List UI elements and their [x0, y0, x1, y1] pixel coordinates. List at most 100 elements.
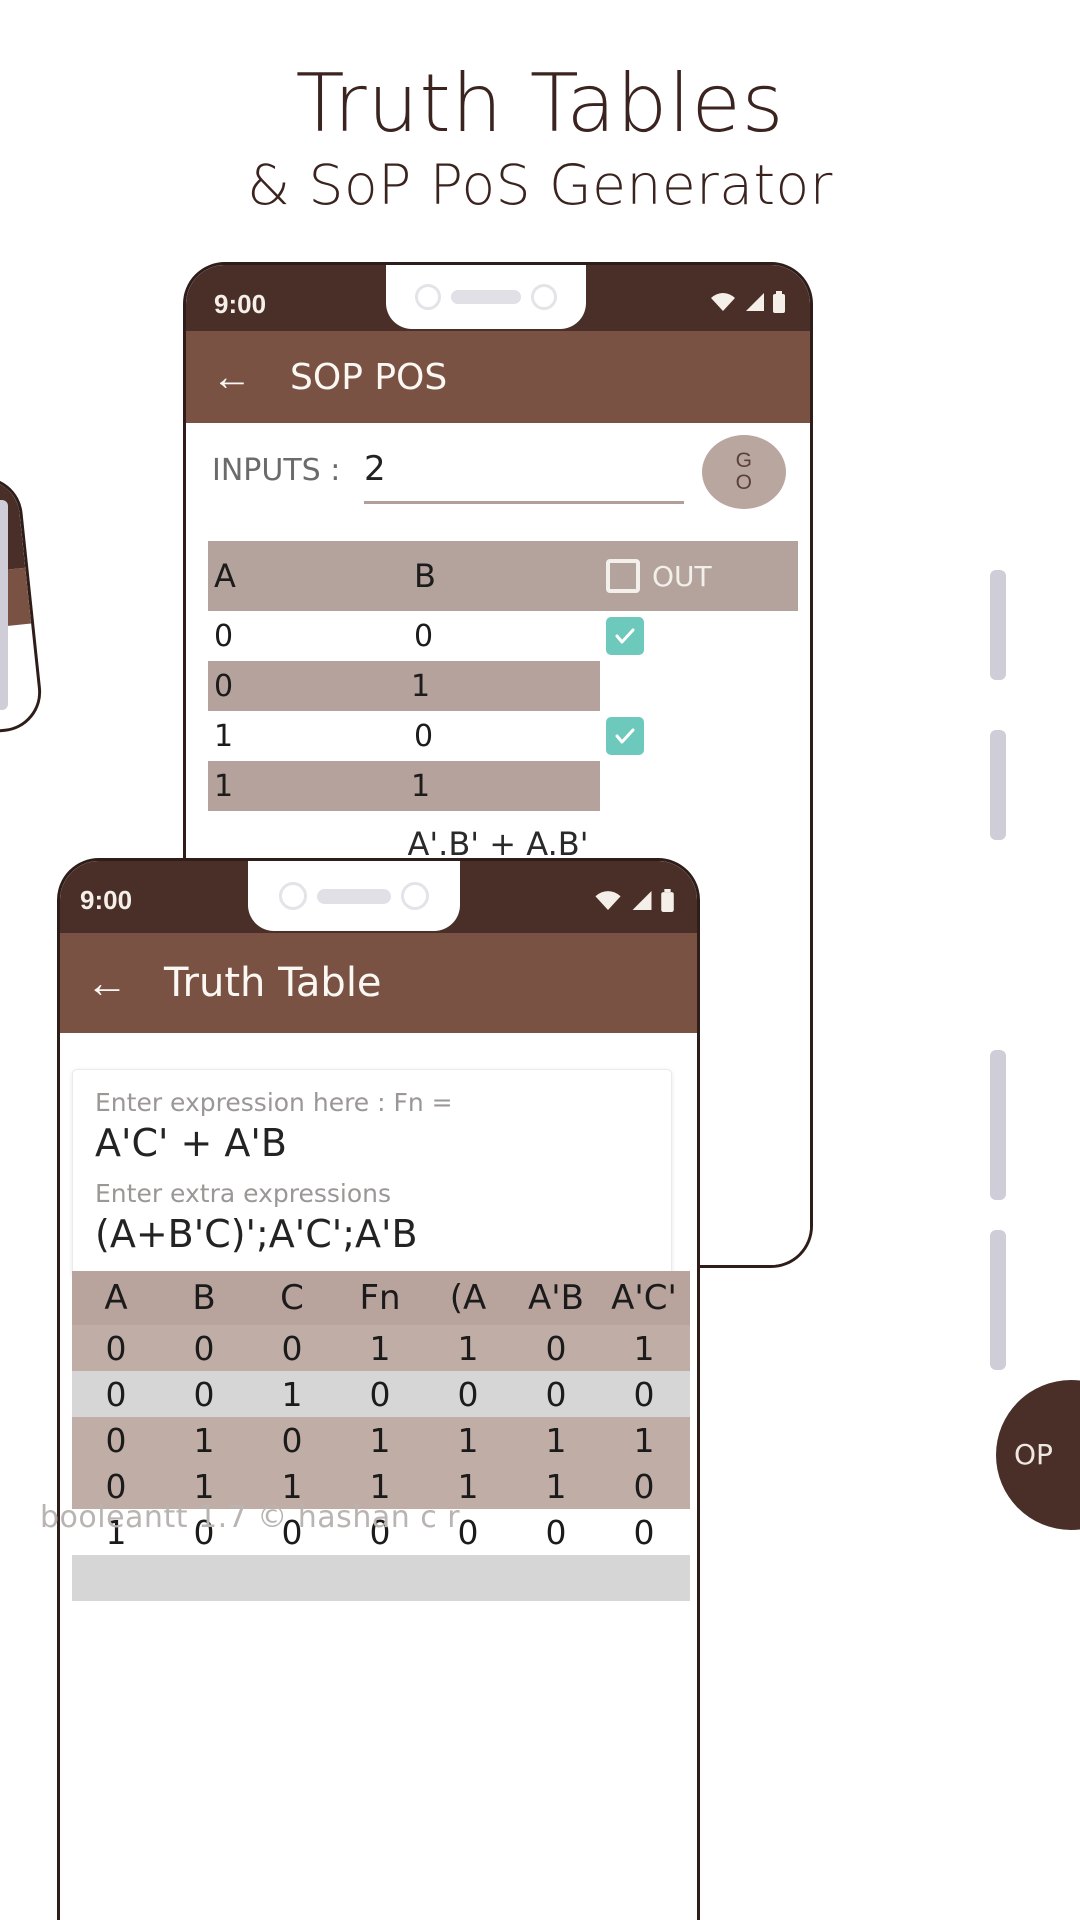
cell: 0: [369, 1374, 391, 1414]
cell-b: 0: [414, 618, 434, 654]
app-bar-title: SOP POS: [290, 356, 448, 398]
table-row[interactable]: 0 0 1 0 0 0 0: [72, 1371, 690, 1417]
cell-b: 1: [410, 768, 431, 804]
column-header-expr1: (A: [449, 1278, 487, 1318]
cell: 1: [633, 1328, 655, 1368]
expression-input[interactable]: A'C' + A'B: [95, 1121, 649, 1165]
checkbox-checked-icon[interactable]: [606, 717, 644, 755]
power-button[interactable]: [990, 1050, 1006, 1200]
page-subtitle: & SoP PoS Generator: [247, 153, 833, 217]
cell: 0: [105, 1374, 127, 1414]
back-arrow-icon[interactable]: ←: [86, 962, 128, 1004]
cell: 0: [545, 1328, 567, 1368]
cell-out[interactable]: [606, 717, 796, 755]
table-row[interactable]: 0 0: [208, 611, 798, 661]
sop-truth-table: A B OUT 0 0 0 1 1 0 1 1: [208, 541, 810, 811]
column-header-c: C: [280, 1278, 304, 1318]
cell: 1: [457, 1420, 479, 1460]
front-camera-icon: [279, 882, 307, 910]
table-header-row: A B C Fn (A A'B A'C': [72, 1271, 690, 1325]
side-phone-right: OP: [996, 1380, 1080, 1530]
cell: 0: [633, 1512, 655, 1552]
table-row[interactable]: 1 1: [208, 761, 600, 811]
column-header-a: A: [214, 557, 236, 595]
back-arrow-icon[interactable]: ←: [212, 357, 252, 397]
cell: 1: [457, 1328, 479, 1368]
left-phone-edge: [0, 500, 8, 710]
app-bar-truth: ← Truth Table: [60, 933, 697, 1033]
volume-button-down[interactable]: [990, 730, 1006, 840]
inputs-row: INPUTS : 2 G O: [186, 423, 810, 525]
table-header-row: A B OUT: [208, 541, 798, 611]
cell: 1: [633, 1420, 655, 1460]
inputs-label: INPUTS :: [212, 453, 341, 488]
side-button-extra[interactable]: [990, 1230, 1006, 1370]
cell: 0: [105, 1328, 127, 1368]
page-title: Truth Tables: [295, 57, 785, 150]
front-camera-secondary-icon: [531, 284, 557, 310]
column-header-expr3: A'C': [611, 1278, 677, 1318]
status-icons: [594, 889, 675, 917]
status-bar: 9:00: [60, 861, 697, 933]
app-bar-title: Truth Table: [164, 960, 382, 1006]
cell: 0: [193, 1328, 215, 1368]
column-header-a: A: [104, 1278, 128, 1318]
cell: 0: [281, 1328, 303, 1368]
cell: 1: [369, 1328, 391, 1368]
side-phone-right-text: OP: [1014, 1438, 1053, 1471]
cell-a: 1: [214, 768, 234, 804]
cell: 1: [193, 1420, 215, 1460]
battery-icon: [660, 889, 675, 917]
cell: 1: [369, 1420, 391, 1460]
signal-icon: [743, 292, 765, 317]
front-camera-secondary-icon: [401, 882, 429, 910]
cell: 0: [545, 1374, 567, 1414]
cell-a: 0: [214, 668, 234, 704]
battery-icon: [772, 291, 786, 318]
cell-b: 1: [410, 668, 431, 704]
column-header-out[interactable]: OUT: [606, 559, 796, 593]
go-button[interactable]: G O: [702, 435, 786, 509]
cell-out[interactable]: [606, 617, 796, 655]
status-time: 9:00: [214, 289, 267, 319]
cell: 0: [105, 1420, 127, 1460]
cell-a: 1: [214, 718, 234, 754]
inputs-input[interactable]: 2: [364, 449, 386, 489]
app-bar-sop: ← SOP POS: [186, 331, 810, 423]
phone-notch: [386, 265, 586, 329]
extra-expressions-label: Enter extra expressions: [95, 1179, 392, 1208]
cell: 1: [545, 1420, 567, 1460]
column-header-expr2: A'B: [528, 1278, 584, 1318]
status-time: 9:00: [80, 885, 133, 915]
cell-b: 0: [414, 718, 434, 754]
wifi-icon: [594, 890, 622, 916]
table-row[interactable]: 0 1: [208, 661, 600, 711]
wifi-icon: [710, 292, 736, 317]
phone-notch: [248, 861, 460, 931]
table-row[interactable]: 0 0 0 1 1 0 1: [72, 1325, 690, 1371]
cell: 0: [633, 1466, 655, 1506]
signal-icon: [629, 890, 653, 916]
column-header-b: B: [192, 1278, 216, 1318]
cell: 0: [281, 1420, 303, 1460]
watermark: booleantt 1.7 © hashan c r: [40, 1500, 461, 1535]
table-row[interactable]: 0 1 0 1 1 1 1: [72, 1417, 690, 1463]
cell: 0: [193, 1374, 215, 1414]
cell: 0: [545, 1512, 567, 1552]
select-all-checkbox-icon[interactable]: [606, 559, 640, 593]
extra-expressions-input[interactable]: (A+B'C)';A'C';A'B: [95, 1212, 649, 1256]
checkbox-checked-icon[interactable]: [606, 617, 644, 655]
out-label: OUT: [652, 559, 712, 593]
go-button-line1: G: [735, 448, 753, 472]
front-camera-icon: [415, 284, 441, 310]
volume-button-up[interactable]: [990, 570, 1006, 680]
cell: 1: [545, 1466, 567, 1506]
status-icons: [710, 291, 786, 318]
promo-stage: Truth Tables & SoP PoS Generator E OP 9:…: [0, 0, 1080, 1920]
cell-a: 0: [214, 618, 234, 654]
phone-truth-table: 9:00 ← Truth Table Enter expression here…: [57, 858, 700, 1920]
inputs-underline: [364, 501, 684, 504]
table-row[interactable]: [72, 1555, 690, 1601]
earpiece-speaker-icon: [317, 888, 391, 904]
table-row[interactable]: 1 0: [208, 711, 798, 761]
